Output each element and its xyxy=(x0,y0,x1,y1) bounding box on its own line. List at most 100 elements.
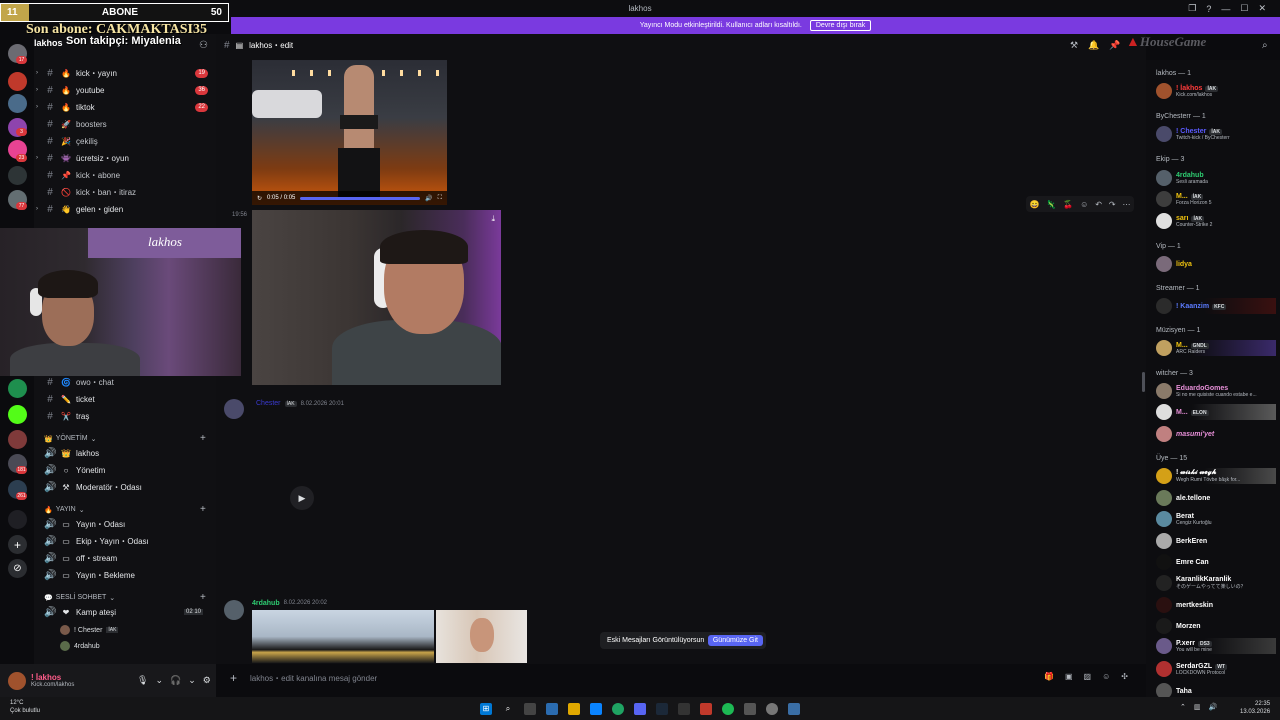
voice-user[interactable]: 4rdahub xyxy=(60,641,100,651)
app-icon[interactable] xyxy=(766,702,778,715)
member-item[interactable]: masumi'yet xyxy=(1156,426,1276,442)
server-icon[interactable] xyxy=(8,166,27,185)
member-item[interactable]: mertkeskin xyxy=(1156,597,1276,613)
weather-widget[interactable]: 12°C Çok bulutlu xyxy=(10,699,40,715)
replay-icon[interactable]: ↻ xyxy=(257,195,262,202)
member-item[interactable]: Emre Can xyxy=(1156,554,1276,570)
server-name[interactable]: lakhos xyxy=(34,38,63,48)
search-icon[interactable]: ⌕ xyxy=(1262,40,1268,51)
video-progress[interactable] xyxy=(300,196,421,200)
reaction-emoji-icon[interactable]: 😄 xyxy=(1029,200,1039,209)
add-channel-icon[interactable]: + xyxy=(200,592,206,603)
channel-item[interactable]: # 🚀 boosters xyxy=(44,117,214,131)
scrollbar[interactable] xyxy=(1142,372,1145,392)
channel-item[interactable]: › # 🔥 tiktok 22 xyxy=(36,100,214,114)
channel-item[interactable]: › # 👾 ücretsiz・oyun xyxy=(36,151,214,165)
add-server-icon[interactable]: + xyxy=(8,535,27,554)
apps-icon[interactable]: ✣ xyxy=(1121,672,1128,681)
channel-item[interactable]: # 📌 kick・abone xyxy=(44,168,214,182)
channel-item[interactable]: › # 🔥 kick・yayın 19 xyxy=(36,66,214,80)
app-icon[interactable] xyxy=(678,702,690,715)
add-channel-icon[interactable]: + xyxy=(200,504,206,515)
folder-icon[interactable] xyxy=(568,702,580,715)
member-item[interactable]: 4rdahub Sesli aramada xyxy=(1156,170,1276,186)
chrome-icon[interactable] xyxy=(612,702,624,715)
voice-channel-item[interactable]: 🔊 ○ Yönetim xyxy=(44,463,214,477)
channel-item[interactable]: # ✏️ ticket xyxy=(44,392,214,406)
maximize-button[interactable]: ☐ xyxy=(1240,3,1248,14)
add-member-icon[interactable]: ⚇ xyxy=(199,40,208,51)
pin-icon[interactable]: 📌 xyxy=(1109,40,1120,51)
member-item[interactable]: SerdarGZL WT LOCKDOWN Protocol xyxy=(1156,661,1276,677)
headphones-icon[interactable]: 🎧 xyxy=(170,675,181,686)
threads-icon[interactable]: ⚒ xyxy=(1070,40,1078,51)
member-item[interactable]: M... İAK Forza Horizon 5 xyxy=(1156,191,1276,207)
search-icon[interactable]: ⌕ xyxy=(502,703,514,715)
voice-channel-item[interactable]: 🔊 ▭ Ekip・Yayın・Odası xyxy=(44,534,214,548)
app-icon[interactable] xyxy=(700,702,712,715)
image-attachment[interactable] xyxy=(436,610,527,663)
image-attachment[interactable] xyxy=(252,610,434,663)
close-button[interactable]: ✕ xyxy=(1258,3,1266,14)
task-view-icon[interactable] xyxy=(524,702,536,715)
member-item[interactable]: BerkEren xyxy=(1156,533,1276,549)
network-icon[interactable]: ▥ xyxy=(1194,703,1201,711)
member-item[interactable]: sarı İAK Counter-Strike 2 xyxy=(1156,213,1276,229)
store-icon[interactable] xyxy=(590,702,602,715)
forward-icon[interactable]: ↷ xyxy=(1109,200,1116,209)
volume-icon[interactable]: 🔊 xyxy=(1209,703,1218,711)
chevron-down-icon[interactable]: ⌄ xyxy=(188,675,196,686)
tray-icon[interactable]: ⌃ xyxy=(1180,703,1186,711)
play-button[interactable]: ▶ xyxy=(290,486,314,510)
message-input[interactable]: + lakhos・edit kanalına mesaj gönder xyxy=(222,668,1142,688)
voice-channel-item[interactable]: 🔊 ▭ Yayın・Odası xyxy=(44,517,214,531)
member-item[interactable]: M... ELON xyxy=(1156,404,1276,420)
discord-icon[interactable] xyxy=(634,702,646,715)
server-icon[interactable] xyxy=(8,430,27,449)
gear-icon[interactable]: ⚙ xyxy=(203,675,211,686)
channel-item[interactable]: › # 🔥 youtube 36 xyxy=(36,83,214,97)
avatar[interactable] xyxy=(224,600,244,620)
channel-item[interactable]: # 🚫 kick・ban・itiraz xyxy=(44,185,214,199)
category-sesli[interactable]: 💬 SESLİ SOHBET ⌄ xyxy=(44,594,115,602)
video-attachment[interactable]: ⤓ xyxy=(252,210,501,385)
server-icon[interactable] xyxy=(8,94,27,113)
start-icon[interactable]: ⊞ xyxy=(480,702,492,715)
kick-server-icon[interactable] xyxy=(8,405,27,424)
microphone-icon[interactable]: 🎙 xyxy=(137,675,148,686)
bell-icon[interactable]: 🔔 xyxy=(1088,40,1099,51)
member-item[interactable]: EduardoGomes Si no me quisiste cuando est… xyxy=(1156,383,1276,399)
voice-channel-item[interactable]: 🔊 ❤ Kamp ateşi 02 10 xyxy=(44,605,214,619)
member-item[interactable]: Berat Cengiz Kurtoğlu xyxy=(1156,511,1276,527)
fullscreen-icon[interactable]: ⛶ xyxy=(438,195,442,202)
channel-item[interactable]: # ✂️ traş xyxy=(44,409,214,423)
member-item[interactable]: KaranlikKaranlik そのゲームやってて楽しいの？ xyxy=(1156,575,1276,591)
app-icon[interactable] xyxy=(744,702,756,715)
server-icon[interactable] xyxy=(8,72,27,91)
member-item[interactable]: Morzen xyxy=(1156,618,1276,634)
message-author[interactable]: Chester xyxy=(256,400,281,407)
category-yonetim[interactable]: 👑 YÖNETİM ⌄ xyxy=(44,435,96,443)
upload-plus-icon[interactable]: + xyxy=(230,671,242,685)
voice-channel-item[interactable]: 🔊 ⚒ Moderatör・Odası xyxy=(44,480,214,494)
member-item[interactable]: ! Chester İAK Twitch-kick / ByChesterr xyxy=(1156,126,1276,142)
channel-item[interactable]: › # 👋 gelen・giden xyxy=(36,202,214,216)
message-author[interactable]: 4rdahub xyxy=(252,600,280,607)
add-channel-icon[interactable]: + xyxy=(200,433,206,444)
taskbar-clock[interactable]: 22:35 13.03.2026 xyxy=(1240,700,1270,716)
gift-icon[interactable]: 🎁 xyxy=(1044,672,1054,681)
add-reaction-icon[interactable]: ☺ xyxy=(1080,200,1088,209)
voice-channel-item[interactable]: 🔊 ▭ Yayın・Bekleme xyxy=(44,568,214,582)
member-item[interactable]: ale.tellone xyxy=(1156,490,1276,506)
voice-user[interactable]: ! Chester İAK xyxy=(60,625,119,635)
server-icon[interactable] xyxy=(8,510,27,529)
reaction-emoji-icon[interactable]: 🦎 xyxy=(1046,200,1056,209)
inbox-icon[interactable]: ❐ xyxy=(1188,3,1196,14)
category-yayin[interactable]: 🔥 YAYIN ⌄ xyxy=(44,506,85,514)
jump-to-present-button[interactable]: Günümüze Git xyxy=(707,635,763,646)
member-item[interactable]: lidya xyxy=(1156,256,1276,272)
spotify-icon[interactable] xyxy=(722,702,734,715)
app-icon[interactable] xyxy=(546,702,558,715)
video-attachment[interactable]: ↻ 0:05 / 0:05 🔊 ⛶ xyxy=(252,60,447,205)
discover-icon[interactable]: ⊘ xyxy=(8,559,27,578)
